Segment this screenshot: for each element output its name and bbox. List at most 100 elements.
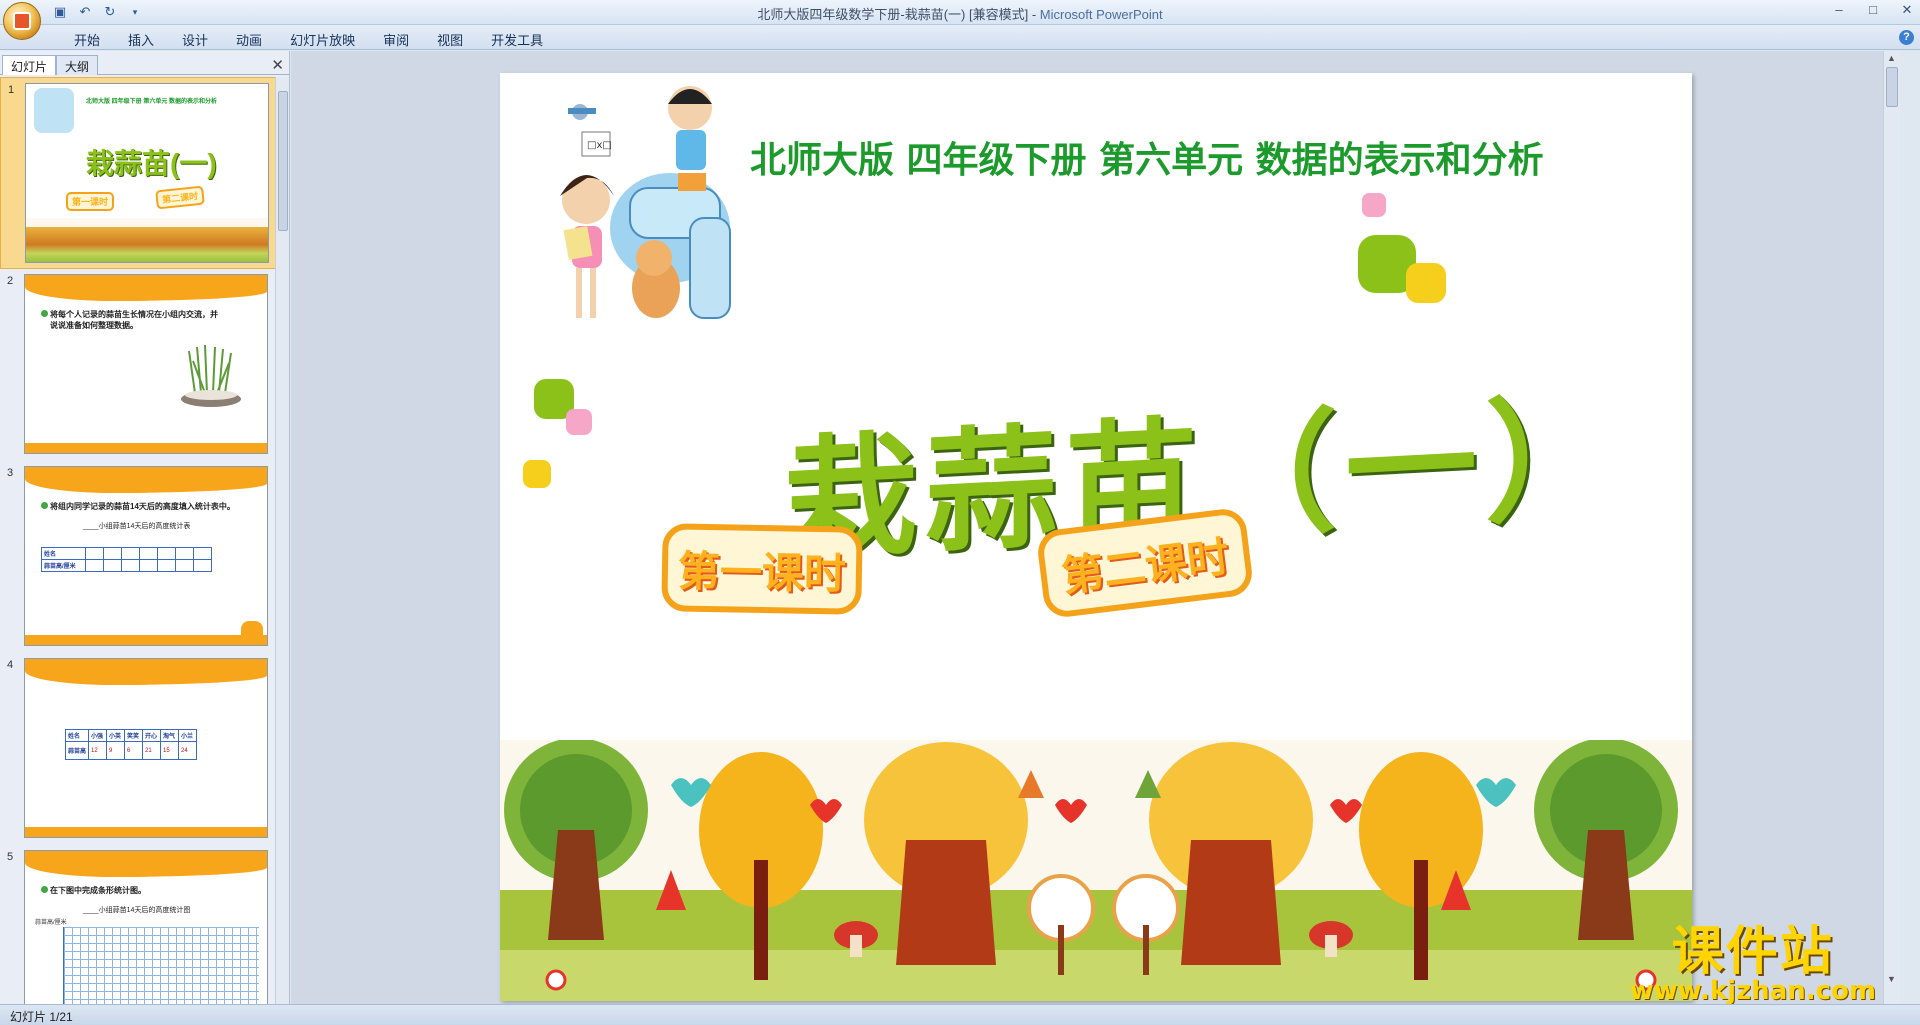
slide-thumbnail-3[interactable]: 3 将组内同学记录的蒜苗14天后的高度填入统计表中。 ____小组蒜苗14天后的… [0, 461, 276, 653]
table-cell: 淘气 [160, 729, 180, 742]
bullet-dot-icon [41, 310, 48, 317]
kids-robot-illustration: □x□ [540, 78, 780, 338]
table-cell: 12 [88, 741, 108, 760]
pink-dot-left [566, 409, 592, 435]
scroll-thumb[interactable] [278, 91, 288, 231]
thumb-text: 将每个人记录的蒜苗生长情况在小组内交流，并 说说准备如何整理数据。 [41, 309, 218, 331]
slide-preview: 北师大版 四年级下册 第六单元 数据的表示和分析 栽蒜苗(一) 第一课时 第二课… [25, 83, 269, 263]
slide-preview: 在下图中完成条形统计图。 ____小组蒜苗14天后的高度统计图 蒜苗高/厘米 [24, 850, 268, 1004]
document-name: 北师大版四年级数学下册-栽蒜苗(一) [兼容模式] [757, 7, 1029, 22]
watermark-url: www.kjzhan.com [1629, 976, 1876, 1006]
minimize-button[interactable]: – [1832, 2, 1846, 18]
thumbnail-list: 1 北师大版 四年级下册 第六单元 数据的表示和分析 栽蒜苗(一) 第一课时 第… [0, 77, 276, 1004]
tab-design[interactable]: 设计 [168, 30, 222, 49]
status-bar: 幻灯片 1/21 [0, 1004, 1920, 1025]
slide-number: 1 [8, 84, 15, 96]
help-icon[interactable]: ? [1899, 30, 1914, 45]
tab-review[interactable]: 审阅 [369, 30, 423, 49]
table-cell: 姓名 [64, 729, 90, 742]
table-cell: 15 [160, 741, 180, 760]
lesson-1-button[interactable]: 第一课时 [661, 523, 863, 615]
thumb-grid [63, 927, 259, 1004]
thumb-line1: 在下图中完成条形统计图。 [50, 886, 146, 895]
table-cell: 笑笑 [124, 729, 144, 742]
tab-insert[interactable]: 插入 [114, 30, 168, 49]
slide-thumbnail-5[interactable]: 5 在下图中完成条形统计图。 ____小组蒜苗14天后的高度统计图 蒜苗高/厘米 [0, 845, 276, 1004]
editor-scrollbar[interactable]: ▲ ▼ [1883, 51, 1900, 1004]
orange-wave [25, 659, 267, 685]
thumb-subtitle-text: 小组蒜苗14天后的高度统计表 [98, 523, 191, 530]
bullet-dot-icon [41, 502, 48, 509]
table-cell: 24 [178, 741, 198, 760]
bullet-dot-icon [41, 886, 48, 893]
thumb-table: 姓名 小强 小英 笑笑 开心 淘气 小兰 蒜苗高 12 9 6 21 15 24 [64, 729, 198, 760]
tab-view[interactable]: 视图 [423, 30, 477, 49]
forest-illustration [500, 738, 1692, 1001]
office-button[interactable] [3, 2, 41, 40]
title-separator: - [1028, 7, 1040, 22]
orange-wave [25, 467, 267, 493]
thumb-line1: 将每个人记录的蒜苗生长情况在小组内交流，并 [50, 310, 218, 319]
tab-outline[interactable]: 大纲 [56, 55, 99, 75]
table-cell: 小强 [88, 729, 108, 742]
thumb-ylabel: 蒜苗高/厘米 [35, 920, 67, 926]
window-title: 北师大版四年级数学下册-栽蒜苗(一) [兼容模式] - Microsoft Po… [0, 4, 1920, 23]
tab-developer[interactable]: 开发工具 [477, 30, 557, 49]
slides-pane: 幻灯片 大纲 ✕ 1 北师大版 四年级下册 第六单元 数据的表示和分析 栽蒜苗(… [0, 51, 290, 1004]
table-cell: 开心 [142, 729, 162, 742]
slide-count: 幻灯片 1/21 [10, 1010, 73, 1024]
slide-thumbnail-4[interactable]: 4 姓名 小强 小英 笑笑 开心 淘气 小兰 蒜苗高 12 9 6 21 15 … [0, 653, 276, 845]
watermark-logo-text: 课件站 [1671, 922, 1834, 982]
thumbnail-scrollbar[interactable] [275, 77, 289, 1004]
ribbon-tabs: 开始 插入 设计 动画 幻灯片放映 审阅 视图 开发工具 [60, 30, 557, 49]
thumb-forest [26, 218, 268, 262]
tab-slide-show[interactable]: 幻灯片放映 [276, 30, 369, 49]
slide-canvas[interactable]: □x□ 北师大版 四年级下册 第六单元 数据的表示和分析 栽蒜苗（一） 第一课时… [500, 73, 1692, 1001]
thumb-text: 将组内同学记录的蒜苗14天后的高度填入统计表中。 [41, 501, 235, 512]
thumb-line1: 将组内同学记录的蒜苗14天后的高度填入统计表中。 [50, 502, 235, 511]
pink-dot [1362, 193, 1386, 217]
tab-animations[interactable]: 动画 [222, 30, 276, 49]
table-cell: 21 [142, 741, 162, 760]
thumb-header: 北师大版 四年级下册 第六单元 数据的表示和分析 [86, 99, 218, 105]
scroll-up-icon[interactable]: ▲ [1887, 53, 1896, 63]
table-cell: 蒜苗高/厘米 [41, 559, 86, 572]
table-row: 姓名 小强 小英 笑笑 开心 淘气 小兰 [64, 729, 198, 742]
thumb-line2: 说说准备如何整理数据。 [50, 321, 138, 330]
maximize-button[interactable]: □ [1866, 2, 1880, 18]
ribbon-tab-bar: 开始 插入 设计 动画 幻灯片放映 审阅 视图 开发工具 ? [0, 25, 1920, 50]
slide-number: 3 [7, 467, 14, 479]
close-button[interactable]: ✕ [1900, 2, 1914, 18]
orange-wave [25, 275, 267, 301]
pane-tabs: 幻灯片 大纲 ✕ [0, 53, 290, 75]
slide-header[interactable]: 北师大版 四年级下册 第六单元 数据的表示和分析 [750, 131, 1544, 183]
orange-bar [25, 635, 267, 645]
orange-bar [25, 443, 267, 453]
slide-number: 2 [7, 275, 14, 287]
slide-thumbnail-1[interactable]: 1 北师大版 四年级下册 第六单元 数据的表示和分析 栽蒜苗(一) 第一课时 第… [0, 77, 276, 269]
table-cell: 小兰 [178, 729, 198, 742]
title-bar: ▣ ↶ ↻ ▾ 北师大版四年级数学下册-栽蒜苗(一) [兼容模式] - Micr… [0, 0, 1920, 25]
tab-slides[interactable]: 幻灯片 [2, 55, 57, 75]
tab-home[interactable]: 开始 [60, 30, 114, 49]
window-controls: – □ ✕ [1832, 2, 1914, 18]
garlic-sprouts-image [175, 343, 247, 411]
slide-thumbnail-2[interactable]: 2 将每个人记录的蒜苗生长情况在小组内交流，并 说说准备如何整理数据。 [0, 269, 276, 461]
orange-wave [25, 851, 267, 877]
site-watermark: 课件站 www.kjzhan.com [1630, 926, 1876, 1004]
thumb-lesson1: 第一课时 [66, 192, 115, 211]
scroll-thumb[interactable] [1886, 67, 1898, 107]
table-row: 蒜苗高 12 9 6 21 15 24 [64, 741, 198, 760]
slide-preview: 将每个人记录的蒜苗生长情况在小组内交流，并 说说准备如何整理数据。 [24, 274, 268, 454]
slide-editor: □x□ 北师大版 四年级下册 第六单元 数据的表示和分析 栽蒜苗（一） 第一课时… [291, 51, 1900, 1004]
scroll-down-icon[interactable]: ▼ [1887, 974, 1896, 984]
table-cell: 蒜苗高 [64, 741, 90, 760]
thumb-subtitle: ____小组蒜苗14天后的高度统计表 [83, 523, 191, 530]
kids-image [34, 88, 74, 133]
table-cell: 小英 [106, 729, 126, 742]
slide-preview: 将组内同学记录的蒜苗14天后的高度填入统计表中。 ____小组蒜苗14天后的高度… [24, 466, 268, 646]
yellow-octagon [1406, 263, 1446, 303]
pane-close-icon[interactable]: ✕ [271, 56, 284, 74]
table-cell: 9 [106, 741, 126, 760]
slide-number: 4 [7, 659, 14, 671]
